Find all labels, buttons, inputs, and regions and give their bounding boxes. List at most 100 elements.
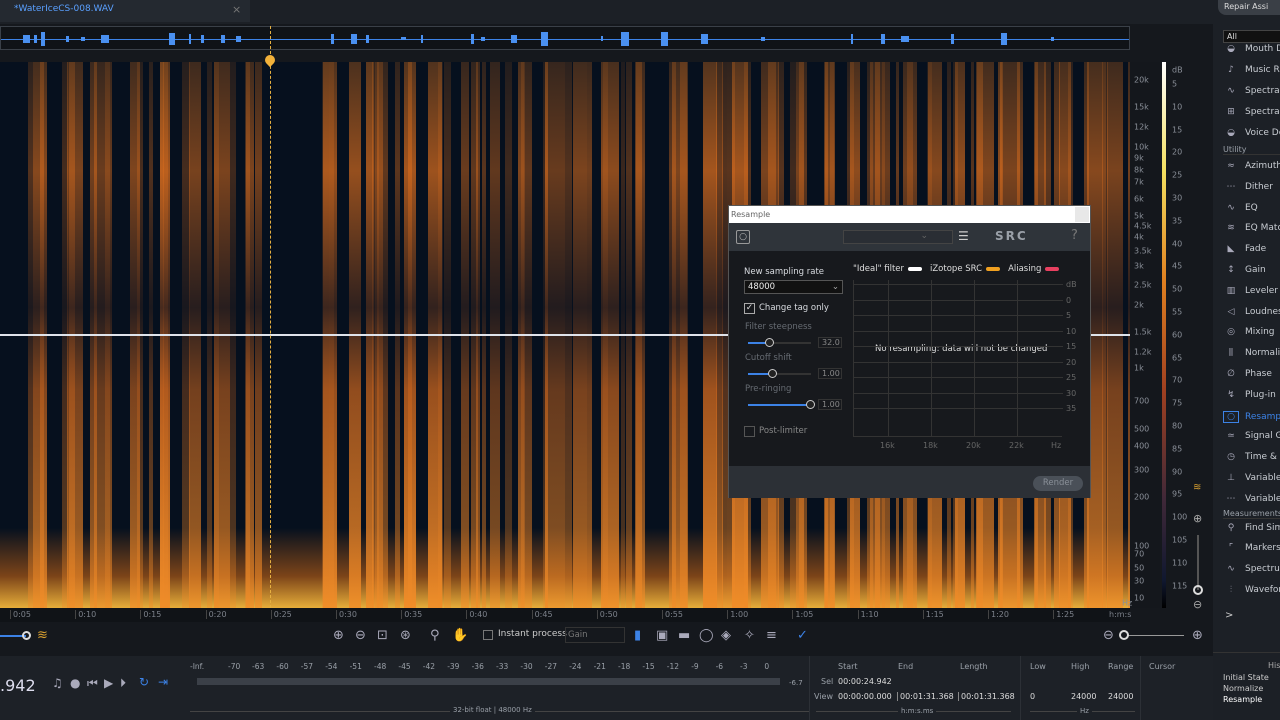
render-button[interactable]: Render	[1033, 476, 1083, 491]
filter-steepness-value[interactable]: 32.0	[818, 337, 842, 348]
slider-knob[interactable]	[765, 338, 775, 347]
change-tag-only-checkbox[interactable]: ✓	[744, 303, 755, 314]
zoom-out-horizontal-icon[interactable]: ⊖	[1103, 628, 1114, 643]
pre-ringing-slider[interactable]	[748, 400, 815, 409]
sidebar-item-phase[interactable]: ∅ Phase	[1223, 369, 1280, 389]
sidebar-item[interactable]: ⫶ Waveform	[1223, 585, 1280, 605]
low-field[interactable]: 0	[1030, 692, 1035, 701]
brush-icon[interactable]: ◈	[721, 628, 731, 643]
preset-select[interactable]: ⌄	[843, 230, 953, 244]
play-selection-icon[interactable]: ⏵	[120, 676, 126, 691]
spectrogram-mode-icon[interactable]: ≋	[1193, 482, 1201, 493]
rewind-icon[interactable]: ⏮	[87, 676, 98, 691]
sidebar-item-eq[interactable]: ∿ EQ	[1223, 203, 1280, 223]
view-end-field[interactable]: 00:01:31.368	[897, 692, 954, 701]
file-tab[interactable]: *WaterIceCS-008.WAV	[0, 0, 250, 22]
length-header: Length	[960, 662, 988, 671]
repair-assistant-button[interactable]: Repair Assi	[1218, 0, 1280, 15]
zoom-in-vertical-icon[interactable]: ⊕	[1193, 512, 1202, 525]
graph-gridline	[854, 346, 1063, 347]
playhead-cursor[interactable]	[270, 26, 271, 608]
frequency-tick-label: 15k	[1134, 102, 1149, 112]
scroll-follow-icon[interactable]: ⇥	[158, 675, 168, 689]
time-freq-selection-icon[interactable]: ▣	[656, 628, 668, 643]
help-icon[interactable]: ?	[1071, 228, 1078, 243]
history-item[interactable]: Resample	[1223, 695, 1262, 704]
sidebar-item[interactable]: ♪ Music R	[1223, 65, 1280, 85]
sampling-rate-select[interactable]: 48000 ⌄	[744, 280, 843, 294]
sel-start-field[interactable]: 00:00:24.942	[838, 677, 892, 686]
sidebar-item-gain[interactable]: ↕ Gain	[1223, 265, 1280, 285]
high-field[interactable]: 24000	[1071, 692, 1096, 701]
spectrogram-waveform-toggle-icon[interactable]: ≋	[37, 628, 48, 643]
sidebar-item-eq-match[interactable]: ≋ EQ Match	[1223, 223, 1280, 243]
sidebar-item[interactable]: ⌜ Markers	[1223, 543, 1280, 563]
module-filter-select[interactable]: All	[1223, 30, 1280, 43]
sidebar-item[interactable]: ⊞ Spectral	[1223, 107, 1280, 127]
record-icon[interactable]: ●	[70, 676, 80, 690]
sidebar-item-dither[interactable]: ⋯ Dither	[1223, 182, 1280, 202]
selection-feather-icon[interactable]: ✓	[797, 628, 808, 643]
post-limiter-checkbox[interactable]	[744, 426, 755, 437]
amplitude-knob[interactable]	[22, 631, 31, 640]
zoom-in-horizontal-icon[interactable]: ⊕	[1192, 628, 1203, 643]
meter-scale: -Inf. -70 -63 -60 -57 -54 -51 -48 -45 -42 -39 -36 -3…	[190, 662, 790, 672]
instant-process-mode-select[interactable]: Gain	[565, 627, 625, 643]
lasso-icon[interactable]: ◯	[699, 628, 714, 643]
magnify-icon[interactable]: ⚲	[430, 628, 440, 643]
sidebar-item-normalize[interactable]: ⫼ Normalize	[1223, 348, 1280, 368]
sidebar-item-plug-in[interactable]: ↯ Plug-in	[1223, 390, 1280, 410]
view-start-field[interactable]: 00:00:00.000	[838, 692, 892, 701]
zoom-selection-icon[interactable]: ⊡	[377, 628, 388, 643]
pre-ringing-value[interactable]: 1.00	[818, 399, 842, 410]
history-item[interactable]: Initial State	[1223, 673, 1269, 682]
horizontal-zoom-knob[interactable]	[1119, 630, 1129, 640]
slider-knob[interactable]	[806, 400, 815, 409]
sidebar-item[interactable]: ∿ Spectral	[1223, 86, 1280, 106]
expand-sidebar-icon[interactable]: >	[1225, 610, 1233, 621]
zoom-full-icon[interactable]: ⊛	[400, 628, 411, 643]
zoom-out-vertical-icon[interactable]: ⊖	[1193, 598, 1202, 611]
harmonic-selection-icon[interactable]: ≡	[766, 628, 777, 643]
magic-wand-icon[interactable]: ✧	[744, 628, 755, 643]
cutoff-shift-value[interactable]: 1.00	[818, 368, 842, 379]
cutoff-shift-slider[interactable]	[748, 369, 811, 378]
db-tick-label: 115	[1172, 581, 1188, 591]
frequency-selection-icon[interactable]: ▬	[678, 628, 690, 643]
instant-process-checkbox[interactable]	[483, 630, 493, 640]
range-field[interactable]: 24000	[1108, 692, 1133, 701]
dialog-close-button[interactable]	[1075, 207, 1089, 222]
horizontal-zoom-slider[interactable]	[1122, 635, 1184, 636]
sidebar-item-fade[interactable]: ◣ Fade	[1223, 244, 1280, 264]
sidebar-item-azimuth[interactable]: ≈ Azimuth	[1223, 161, 1280, 181]
play-icon[interactable]: ▶	[104, 676, 113, 690]
close-tab-icon[interactable]: ×	[232, 3, 241, 16]
zoom-out-icon[interactable]: ⊖	[355, 628, 366, 643]
sidebar-item-label: EQ	[1245, 202, 1258, 213]
waveform-overview[interactable]	[0, 26, 1130, 50]
sidebar-item-loudness[interactable]: ◁ Loudness	[1223, 307, 1280, 327]
zoom-in-icon[interactable]: ⊕	[333, 628, 344, 643]
vertical-zoom-slider[interactable]	[1197, 535, 1199, 590]
graph-gridline	[854, 330, 1063, 332]
headphones-icon[interactable]: ♫	[52, 676, 63, 690]
vertical-zoom-knob[interactable]	[1193, 585, 1203, 595]
filter-steepness-slider[interactable]	[748, 338, 811, 347]
sidebar-item[interactable]: ⚲ Find Sim	[1223, 523, 1280, 543]
preset-menu-icon[interactable]: ☰	[958, 229, 969, 243]
view-length-field[interactable]: 00:01:31.368	[958, 692, 1015, 701]
sidebar-item-time-p[interactable]: ◷ Time & P	[1223, 452, 1280, 472]
history-item[interactable]: Normalize	[1223, 684, 1263, 693]
loop-icon[interactable]: ↻	[139, 675, 149, 689]
sidebar-item-resample[interactable]: ○ Resample	[1223, 410, 1280, 431]
sidebar-item-signal-g[interactable]: ≃ Signal G	[1223, 431, 1280, 451]
sidebar-item-variable[interactable]: ⊥ Variable	[1223, 473, 1280, 493]
sidebar-item-leveler[interactable]: ▥ Leveler	[1223, 286, 1280, 306]
hand-icon[interactable]: ✋	[452, 628, 468, 643]
time-selection-icon[interactable]: ▮	[634, 628, 641, 643]
slider-knob[interactable]	[768, 369, 778, 378]
module-power-icon[interactable]: ○	[736, 230, 750, 244]
sidebar-item[interactable]: ∿ Spectrum	[1223, 564, 1280, 584]
sidebar-item-mixing[interactable]: ◎ Mixing	[1223, 327, 1280, 347]
sidebar-item[interactable]: ◒ Mouth D	[1223, 44, 1280, 64]
